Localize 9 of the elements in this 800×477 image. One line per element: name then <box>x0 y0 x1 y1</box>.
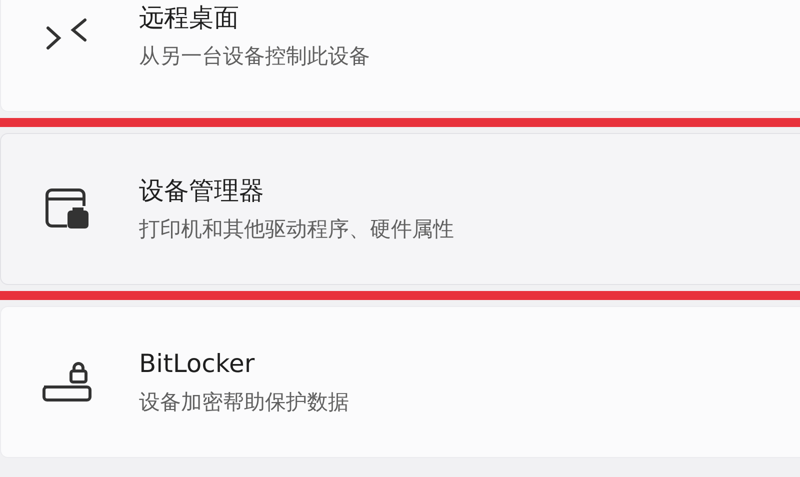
item-title: 远程桌面 <box>139 2 240 34</box>
settings-item[interactable]: 设备管理器 打印机和其他驱动程序、硬件属性 <box>0 133 800 285</box>
item-title: BitLocker <box>139 348 256 380</box>
item-description: 从另一台设备控制此设备 <box>139 43 370 70</box>
settings-item[interactable]: BitLocker 设备加密帮助保护数据 <box>0 306 800 458</box>
settings-item[interactable]: 远程桌面 从另一台设备控制此设备 <box>0 0 800 112</box>
item-title: 设备管理器 <box>139 175 265 207</box>
item-description: 打印机和其他驱动程序、硬件属性 <box>139 216 454 243</box>
item-description: 设备加密帮助保护数据 <box>139 389 349 416</box>
